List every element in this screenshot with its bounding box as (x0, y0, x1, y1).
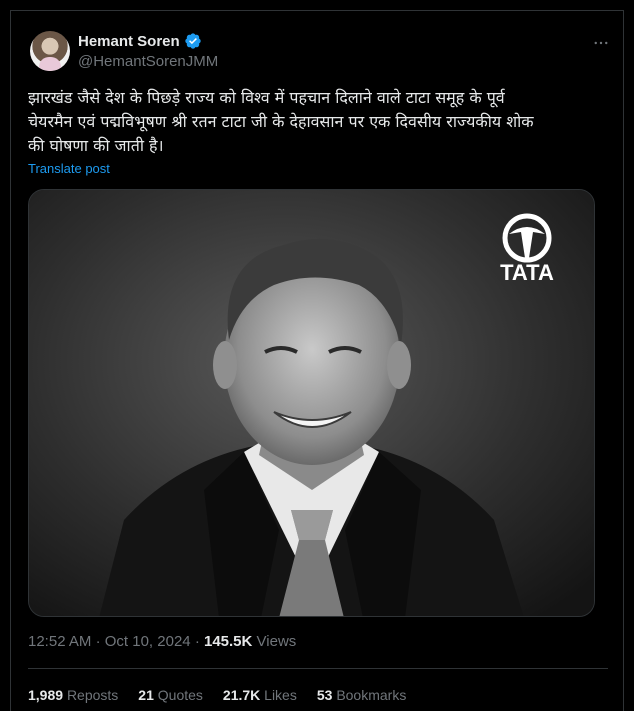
author-name[interactable]: Hemant Soren (78, 33, 180, 50)
more-horizontal-icon[interactable] (591, 33, 611, 53)
likes-stat[interactable]: 21.7K Likes (223, 687, 297, 703)
more-dots (594, 41, 608, 45)
author-handle[interactable]: @HemantSorenJMM (78, 53, 218, 70)
bookmarks-label: Bookmarks (336, 687, 407, 703)
views-count: 145.5K (203, 633, 253, 650)
translate-post-link[interactable]: Translate post (28, 161, 110, 176)
quotes-label: Quotes (157, 687, 203, 703)
author-name-row: Hemant Soren (78, 32, 202, 50)
likes-label: Likes (264, 687, 297, 703)
verified-badge-icon (185, 33, 201, 49)
engagement-stats: 1,989 Reposts 21 Quotes 21.7K Likes 53 B… (28, 687, 406, 703)
reposts-count: 1,989 (28, 687, 64, 703)
post-image[interactable]: TATA (28, 189, 595, 617)
likes-count: 21.7K (222, 687, 261, 703)
reposts-stat[interactable]: 1,989 Reposts (28, 687, 118, 703)
avatar[interactable] (30, 31, 70, 71)
quotes-count: 21 (138, 687, 154, 703)
post-time[interactable]: 12:52 AM (28, 633, 91, 650)
tata-logo-text: TATA (500, 260, 554, 285)
post-date[interactable]: Oct 10, 2024 (105, 633, 191, 650)
meta-separator: · (194, 633, 204, 650)
divider (28, 668, 608, 669)
post-card: Hemant Soren @HemantSorenJMM झारखंड जैसे… (10, 10, 624, 711)
bookmarks-stat[interactable]: 53 Bookmarks (317, 687, 407, 703)
meta-separator: · (95, 633, 105, 650)
portrait-image: TATA (29, 190, 594, 616)
post-meta: 12:52 AM · Oct 10, 2024 · 145.5K Views (28, 633, 296, 650)
reposts-label: Reposts (66, 687, 119, 703)
bookmarks-count: 53 (316, 687, 333, 703)
quotes-stat[interactable]: 21 Quotes (138, 687, 203, 703)
views-label: Views (256, 633, 297, 650)
post-text: झारखंड जैसे देश के पिछड़े राज्य को विश्व… (28, 88, 534, 155)
